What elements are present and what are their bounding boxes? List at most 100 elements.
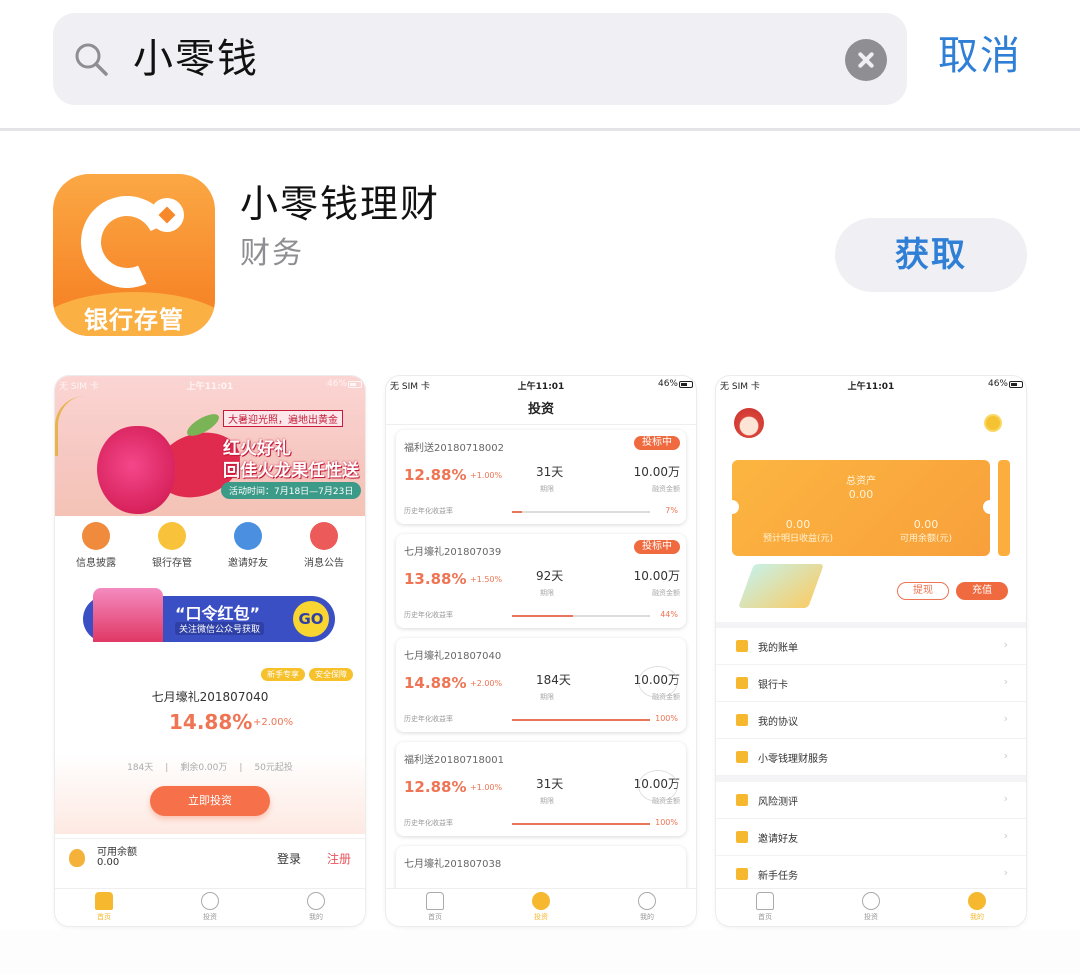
- gear-icon[interactable]: [986, 416, 1000, 430]
- megaphone-icon: [82, 522, 110, 550]
- quick-action-notice[interactable]: 消息公告: [289, 522, 359, 569]
- user-icon: [307, 892, 325, 910]
- status-badge: 投标中: [634, 436, 680, 450]
- progress-fill: [512, 719, 650, 721]
- loan-card[interactable]: 七月壕礼201807040 14.88% +2.00% 184天 期限 10.00万 融资金…: [396, 638, 686, 732]
- loan-rate: 13.88%: [404, 570, 467, 588]
- screenshot-invest[interactable]: 无 SIM 卡 上午11:01 46% 投资 福利送20180718002 投标中…: [386, 376, 696, 926]
- red-packet-promo[interactable]: “口令红包” 关注微信公众号获取 GO: [83, 588, 335, 642]
- quick-action-bank-custody[interactable]: 银行存管: [137, 522, 207, 569]
- progress-fill: [512, 823, 650, 825]
- progress-bar: [512, 615, 650, 617]
- status-badge: 投标中: [634, 540, 680, 554]
- expected-income-value: 0.00: [785, 518, 811, 531]
- tab-home[interactable]: 首页: [64, 892, 144, 922]
- menu-item[interactable]: 小零钱理财服务 ›: [716, 739, 1026, 776]
- menu-item[interactable]: 我的账单 ›: [716, 628, 1026, 665]
- withdraw-button[interactable]: 提现: [897, 582, 949, 600]
- service-icon: [736, 751, 748, 763]
- banner-title-2: 回佳火龙果任性送: [223, 461, 359, 481]
- loan-card[interactable]: 福利送20180718001 12.88% +1.00% 31天 期限 10.00万 融资金…: [396, 742, 686, 836]
- screenshot-mine[interactable]: 无 SIM 卡 上午11:01 46% 总资产 0.00 0.00 预计明日收益…: [716, 376, 1026, 926]
- recharge-button[interactable]: 充值: [956, 582, 1008, 600]
- menu-item[interactable]: 风险测评 ›: [716, 782, 1026, 819]
- invest-now-button[interactable]: 立即投资: [150, 786, 270, 816]
- balance-label: 可用余额: [97, 847, 137, 858]
- search-icon: [75, 43, 108, 76]
- tab-mine[interactable]: 我的: [607, 892, 687, 922]
- loan-bonus: +1.50%: [470, 575, 503, 584]
- agreement-icon: [736, 714, 748, 726]
- share-icon: [234, 522, 262, 550]
- loan-card[interactable]: 七月壕礼201807039 投标中 13.88% +1.50% 92天 期限 10.00万融…: [396, 534, 686, 628]
- loan-name: 福利送20180718001: [404, 755, 504, 766]
- battery-level: 46%: [987, 379, 1008, 389]
- go-button[interactable]: GO: [293, 601, 329, 637]
- loan-term: 31天: [536, 777, 564, 791]
- tab-mine[interactable]: 我的: [937, 892, 1017, 922]
- bank-card-icon: [736, 677, 748, 689]
- tab-invest[interactable]: 投资: [831, 892, 911, 922]
- quick-action-disclosure[interactable]: 信息披露: [61, 522, 131, 569]
- product-tag: 安全保障: [309, 668, 353, 681]
- chevron-right-icon: ›: [1003, 792, 1008, 805]
- invite-icon: [736, 831, 748, 843]
- menu-item[interactable]: 邀请好友 ›: [716, 819, 1026, 856]
- loan-card[interactable]: 福利送20180718002 投标中 12.88% +1.00% 31天 期限 10.00万…: [396, 430, 686, 524]
- tab-invest[interactable]: 投资: [501, 892, 581, 922]
- wallet-illustration-icon: [737, 564, 825, 608]
- progress-bar: [512, 511, 650, 513]
- loan-bonus: +2.00%: [470, 679, 503, 688]
- battery-icon: [1009, 381, 1023, 388]
- loan-amount: 10.00万: [633, 465, 680, 479]
- chevron-right-icon: ›: [1003, 866, 1008, 879]
- login-link[interactable]: 登录: [277, 850, 301, 867]
- menu-item[interactable]: 我的协议 ›: [716, 702, 1026, 739]
- dragon-fruit-icon: [97, 426, 175, 514]
- tab-home[interactable]: 首页: [725, 892, 805, 922]
- available-balance-label: 可用余额(元): [899, 534, 953, 544]
- app-icon-badge: 银行存管: [84, 306, 184, 334]
- featured-product-card[interactable]: 新手专享 安全保障 七月壕礼201807040 14.88% +2.00% 184…: [55, 656, 365, 834]
- status-bar: 无 SIM 卡 上午11:01 46%: [716, 376, 1026, 394]
- term-label: 期限: [540, 485, 554, 493]
- progress-label: 7%: [665, 506, 678, 515]
- loan-rate: 12.88%: [404, 466, 467, 484]
- register-link[interactable]: 注册: [327, 850, 351, 867]
- loan-amount: 10.00万: [633, 569, 680, 583]
- money-bag-icon: [69, 849, 85, 867]
- progress-label: 100%: [655, 818, 678, 827]
- sold-out-stamp-icon: [638, 770, 678, 802]
- loan-bonus: +1.00%: [470, 471, 503, 480]
- tab-mine[interactable]: 我的: [276, 892, 356, 922]
- chevron-right-icon: ›: [1003, 712, 1008, 725]
- screenshot-home[interactable]: 大暑迎光照，遍地出黄金 红火好礼 回佳火龙果任性送 活动时间：7月18日—7月2…: [55, 376, 365, 926]
- app-name[interactable]: 小零钱理财: [240, 180, 440, 228]
- progress-label: 44%: [660, 610, 678, 619]
- amount-label: 融资金额: [652, 485, 680, 493]
- home-icon: [95, 892, 113, 910]
- avatar[interactable]: [734, 408, 764, 438]
- tab-invest[interactable]: 投资: [170, 892, 250, 922]
- task-icon: [736, 868, 748, 880]
- term-label: 期限: [540, 797, 554, 805]
- rate-label: 历史年化收益率: [404, 715, 453, 723]
- banner-subtitle: 大暑迎光照，遍地出黄金: [223, 410, 343, 427]
- cancel-button[interactable]: 取消: [938, 30, 1022, 82]
- promo-illustration-icon: [93, 588, 163, 642]
- promo-banner: 大暑迎光照，遍地出黄金 红火好礼 回佳火龙果任性送 活动时间：7月18日—7月2…: [55, 376, 365, 516]
- menu-item[interactable]: 银行卡 ›: [716, 665, 1026, 702]
- coin-icon: [150, 198, 184, 232]
- product-remaining: 剩余0.00万: [180, 763, 228, 773]
- search-bar[interactable]: 小零钱: [53, 13, 907, 105]
- promo-subtitle: 关注微信公众号获取: [175, 622, 265, 635]
- get-button[interactable]: 获取: [835, 218, 1027, 292]
- tab-home[interactable]: 首页: [395, 892, 475, 922]
- loan-rate: 12.88%: [404, 778, 467, 796]
- search-input[interactable]: 小零钱: [133, 33, 259, 85]
- app-icon[interactable]: 银行存管: [53, 174, 215, 336]
- quick-action-invite[interactable]: 邀请好友: [213, 522, 283, 569]
- clear-search-button[interactable]: [845, 39, 887, 81]
- banner-date: 活动时间：7月18日—7月23日: [221, 482, 362, 499]
- loan-rate: 14.88%: [404, 674, 467, 692]
